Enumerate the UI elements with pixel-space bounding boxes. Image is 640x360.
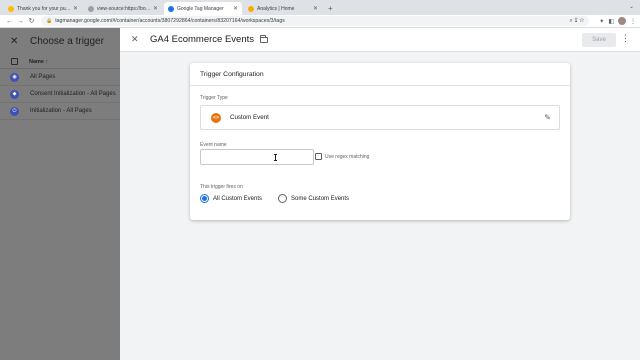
- regex-checkbox-group[interactable]: Use regex matching: [315, 153, 369, 160]
- trigger-row-consent-init[interactable]: ◆ Consent Initialization - All Pages: [0, 86, 120, 103]
- tag-title[interactable]: GA4 Ecommerce Events: [150, 34, 254, 45]
- reload-icon[interactable]: ↻: [26, 17, 37, 25]
- tab-title: Thank you for your purchase!: [17, 5, 71, 12]
- browser-tab[interactable]: Thank you for your purchase! ✕: [4, 2, 82, 15]
- shield-icon: ◆: [10, 89, 19, 99]
- url-text: tagmanager.google.com/#/container/accoun…: [55, 18, 285, 24]
- event-name-label: Event name: [200, 142, 227, 148]
- drawer-header: ✕ GA4 Ecommerce Events Save ⋮: [120, 28, 640, 52]
- event-name-input[interactable]: [200, 149, 314, 165]
- tab-title: Analytics | Home: [257, 5, 295, 12]
- more-vert-icon[interactable]: ⋮: [630, 18, 636, 25]
- close-tab-icon[interactable]: ✕: [153, 5, 158, 12]
- tab-favicon-icon: [168, 5, 174, 12]
- close-tab-icon[interactable]: ✕: [313, 5, 318, 12]
- tab-favicon-icon: [88, 5, 94, 12]
- address-bar[interactable]: 🔒 tagmanager.google.com/#/container/acco…: [41, 16, 590, 26]
- choose-trigger-header: ✕ Choose a trigger: [0, 28, 120, 54]
- text-cursor-icon: [274, 154, 277, 161]
- trigger-name: Consent Initialization - All Pages: [30, 91, 116, 97]
- zoom-icon[interactable]: ⌕ ⇪ ☆: [569, 18, 584, 25]
- chevron-down-icon[interactable]: ⌄: [629, 3, 634, 10]
- save-button[interactable]: Save: [582, 33, 616, 47]
- trigger-name: Initialization - All Pages: [30, 108, 92, 114]
- some-custom-events-radio[interactable]: [278, 194, 288, 203]
- tag-editor-drawer: ✕ GA4 Ecommerce Events Save ⋮ Trigger Co…: [120, 28, 640, 360]
- trigger-type-value: Custom Event: [230, 114, 269, 121]
- trigger-row-all-pages[interactable]: ◉ All Pages: [0, 69, 120, 86]
- back-icon[interactable]: ←: [4, 18, 15, 25]
- lock-icon[interactable]: 🔒: [46, 18, 52, 24]
- avatar[interactable]: [618, 17, 626, 25]
- divider: [190, 85, 570, 86]
- trigger-name: All Pages: [30, 74, 56, 80]
- some-custom-events-label[interactable]: Some Custom Events: [291, 196, 349, 202]
- trigger-row-initialization[interactable]: ⏻ Initialization - All Pages: [0, 103, 120, 120]
- browser-tab[interactable]: Analytics | Home ✕: [244, 2, 322, 15]
- regex-checkbox[interactable]: [315, 153, 322, 160]
- more-vert-icon[interactable]: ⋮: [621, 33, 630, 44]
- choose-trigger-panel: ✕ Choose a trigger Name ↑ ◉ All Pages ◆ …: [0, 28, 120, 360]
- browser-tab-bar: Thank you for your purchase! ✕ view-sour…: [0, 0, 640, 15]
- new-tab-button[interactable]: +: [328, 2, 333, 15]
- edit-pencil-icon[interactable]: ✎: [544, 113, 551, 122]
- close-icon[interactable]: ✕: [10, 36, 24, 47]
- all-custom-events-label[interactable]: All Custom Events: [213, 196, 262, 202]
- tab-title: view-source:https://bovex-dui...: [97, 5, 151, 12]
- puzzle-icon[interactable]: ◧: [608, 18, 614, 25]
- extensions-icon[interactable]: ✦: [599, 18, 604, 25]
- trigger-type-label: Trigger Type: [200, 95, 228, 101]
- regex-label: Use regex matching: [325, 153, 370, 160]
- forward-icon[interactable]: →: [15, 18, 26, 25]
- custom-event-icon: <>: [211, 112, 221, 123]
- close-tab-icon[interactable]: ✕: [73, 5, 78, 12]
- close-tab-icon[interactable]: ✕: [233, 5, 238, 12]
- all-custom-events-radio[interactable]: [200, 194, 209, 203]
- table-header: Name ↑: [0, 55, 120, 69]
- power-icon: ⏻: [10, 106, 19, 116]
- trigger-type-selector[interactable]: <> Custom Event ✎: [200, 105, 560, 130]
- tab-title: Google Tag Manager: [177, 5, 224, 12]
- browser-tab-active[interactable]: Google Tag Manager ✕: [164, 2, 242, 15]
- browser-tab[interactable]: view-source:https://bovex-dui... ✕: [84, 2, 162, 15]
- tab-favicon-icon: [248, 5, 254, 12]
- select-all-checkbox[interactable]: [11, 58, 18, 65]
- card-title: Trigger Configuration: [200, 71, 264, 78]
- tab-favicon-icon: [8, 5, 14, 12]
- panel-title: Choose a trigger: [30, 35, 104, 47]
- close-icon[interactable]: ✕: [131, 34, 143, 45]
- fires-on-radio-group: All Custom Events Some Custom Events: [200, 194, 365, 203]
- folder-icon[interactable]: [260, 34, 269, 43]
- browser-toolbar: ← → ↻ 🔒 tagmanager.google.com/#/containe…: [0, 15, 640, 28]
- eye-icon: ◉: [10, 72, 19, 82]
- trigger-configuration-card: Trigger Configuration Trigger Type <> Cu…: [190, 63, 570, 220]
- fires-on-label: This trigger fires on: [200, 184, 243, 190]
- name-column-header[interactable]: Name ↑: [29, 59, 48, 65]
